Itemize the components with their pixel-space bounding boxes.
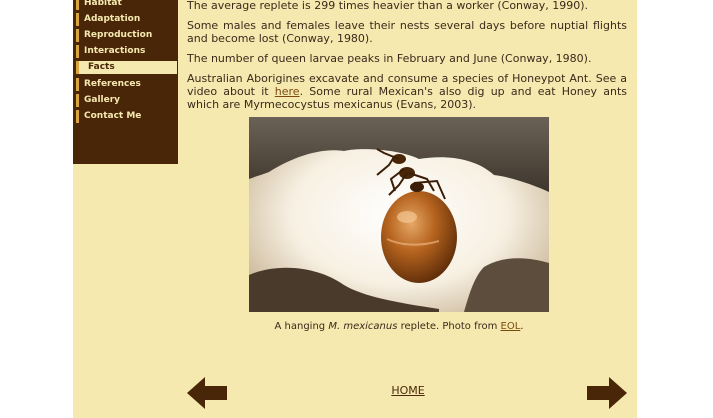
caption-text-1: A hanging: [274, 321, 329, 332]
sidebar-item-adaptation[interactable]: Adaptation: [76, 13, 177, 26]
sidebar-item-contact-me[interactable]: Contact Me: [76, 110, 177, 123]
left-arrow-icon[interactable]: [187, 377, 227, 409]
photo-caption: A hanging M. mexicanus replete. Photo fr…: [249, 321, 549, 332]
sidebar-item-facts[interactable]: Facts: [76, 61, 177, 74]
fact-queen-larvae: The number of queen larvae peaks in Febr…: [187, 52, 592, 65]
honeypot-ant-photo: [249, 117, 549, 312]
sidebar-item-interactions[interactable]: Interactions: [76, 45, 177, 58]
eol-link[interactable]: EOL: [501, 321, 521, 332]
sidebar-item-reproduction[interactable]: Reproduction: [76, 29, 177, 42]
caption-text-3: .: [520, 321, 524, 332]
caption-species: M. mexicanus: [328, 321, 398, 332]
sidebar-item-references[interactable]: References: [76, 78, 177, 91]
home-link[interactable]: HOME: [388, 384, 428, 397]
sidebar-item-habitat[interactable]: Habitat: [76, 0, 177, 10]
fact-replete-weight: The average replete is 299 times heavier…: [187, 0, 589, 12]
caption-text-2: replete. Photo from: [397, 321, 501, 332]
fact-aborigines: Australian Aborigines excavate and consu…: [187, 72, 627, 111]
right-arrow-icon[interactable]: [587, 377, 627, 409]
sidebar-nav: Habitat Adaptation Reproduction Interact…: [73, 0, 178, 164]
video-link[interactable]: here: [275, 85, 300, 98]
fact-lost-males-females: Some males and females leave their nests…: [187, 19, 627, 45]
sidebar-item-gallery[interactable]: Gallery: [76, 94, 177, 107]
